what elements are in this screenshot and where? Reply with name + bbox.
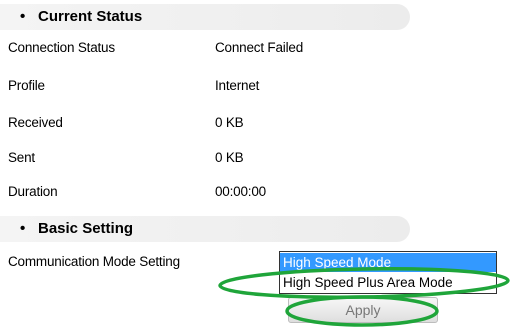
row-label: Connection Status (8, 40, 115, 55)
row-value: 00:00:00 (215, 184, 266, 199)
communication-mode-listbox[interactable]: High Speed Mode High Speed Plus Area Mod… (279, 251, 497, 294)
bullet-icon: • (20, 220, 26, 237)
page: • Current Status Connection Status Connec… (0, 0, 512, 328)
row-label: Duration (8, 184, 58, 199)
section-header-current-status: • Current Status (0, 4, 410, 30)
row-value: Connect Failed (215, 40, 304, 55)
option-high-speed-plus-area-mode[interactable]: High Speed Plus Area Mode (280, 273, 496, 292)
row-label: Received (8, 115, 63, 130)
section-header-basic-setting: • Basic Setting (0, 216, 410, 242)
bullet-icon: • (20, 8, 26, 25)
apply-button[interactable]: Apply (288, 297, 438, 323)
section-title: Basic Setting (38, 220, 134, 237)
row-label: Profile (8, 78, 45, 93)
option-high-speed-mode[interactable]: High Speed Mode (280, 253, 496, 272)
row-value: Internet (215, 78, 260, 93)
mode-setting-label: Communication Mode Setting (8, 254, 180, 269)
row-label: Sent (8, 150, 35, 165)
row-value: 0 KB (215, 150, 244, 165)
row-value: 0 KB (215, 115, 244, 130)
section-title: Current Status (38, 8, 143, 25)
